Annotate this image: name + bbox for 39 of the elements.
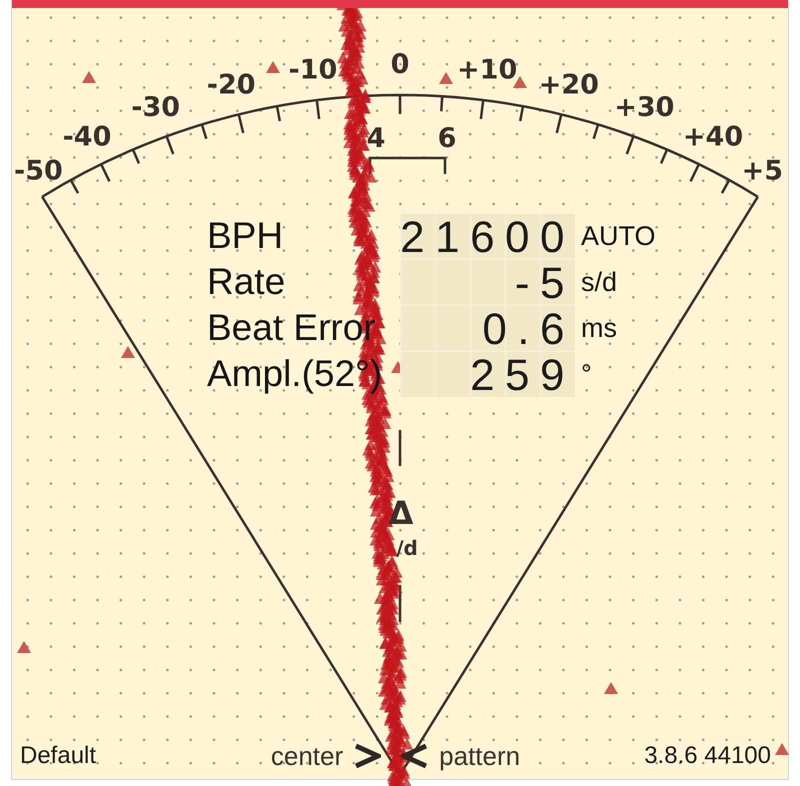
reading-value: -5 <box>400 259 575 305</box>
guide-line <box>398 585 402 622</box>
center-button[interactable]: center <box>270 741 344 771</box>
beat-error-label: 6 <box>438 123 456 154</box>
scale-label: -10 <box>288 54 338 86</box>
beat-marker-icon <box>82 71 96 83</box>
scale-label: +40 <box>682 122 744 152</box>
reading-unit: ms <box>580 312 617 344</box>
beat-marker-icon <box>17 641 31 653</box>
chevron-right-icon <box>353 743 382 769</box>
scale-label: -20 <box>206 69 256 100</box>
scale-label: -30 <box>131 92 180 124</box>
chevron-left-icon <box>401 743 430 769</box>
beat-marker-icon <box>121 346 135 358</box>
scale-label: 0 <box>390 49 410 80</box>
beat-marker-icon <box>266 61 280 73</box>
reading-unit: AUTO <box>580 220 656 252</box>
scale-label: +20 <box>538 69 599 100</box>
beat-marker-icon <box>439 72 453 84</box>
scale-label: +30 <box>614 92 674 124</box>
reading-label: Rate <box>207 261 286 303</box>
beat-error-label: 4 <box>366 123 386 154</box>
scale-label: -40 <box>62 122 112 152</box>
scale-label: +10 <box>457 54 518 86</box>
delta-unit: /d <box>396 536 418 560</box>
guide-line <box>398 430 402 466</box>
reading-unit: ° <box>580 358 592 390</box>
scale-label: +5 <box>742 156 783 187</box>
profile-name: Default <box>20 742 96 770</box>
version-label: 3.8.6 44100 <box>644 742 771 770</box>
reading-label: BPH <box>207 215 284 257</box>
reading-unit: s/d <box>580 266 618 298</box>
reading-value: 21600 <box>400 213 575 259</box>
beat-marker-icon <box>604 682 618 694</box>
reading-value: 0.6 <box>400 305 575 351</box>
beat-marker-icon <box>775 743 789 755</box>
reading-value: 259 <box>400 351 575 397</box>
scale-label: -50 <box>14 156 63 187</box>
pattern-button[interactable]: pattern <box>439 741 520 771</box>
